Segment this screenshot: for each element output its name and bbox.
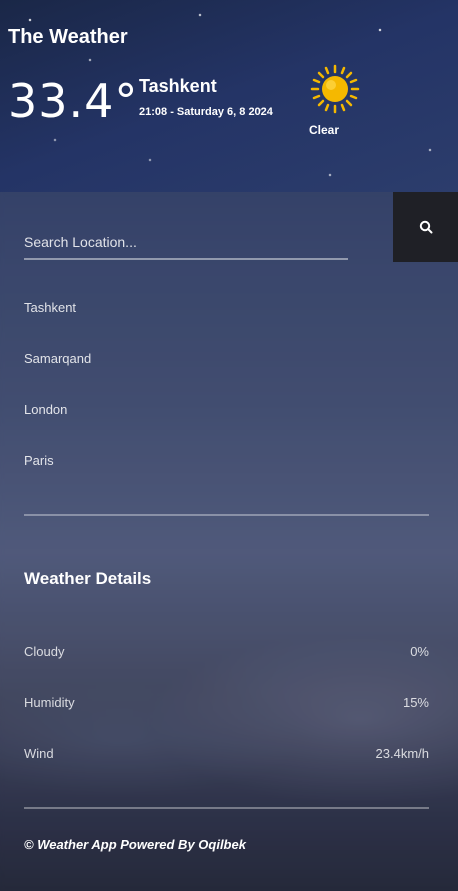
detail-label: Wind (24, 746, 54, 761)
search-button[interactable] (393, 192, 458, 262)
weather-details-title: Weather Details (24, 569, 152, 588)
detail-label: Cloudy (24, 644, 65, 659)
search-icon (419, 220, 432, 234)
sun-icon (304, 64, 366, 114)
side-panel (0, 192, 458, 891)
detail-value: 15% (402, 695, 429, 710)
detail-label: Humidity (24, 695, 75, 710)
app-title: The Weather (8, 26, 128, 48)
date-time: 21:08 - Saturday 6, 8 2024 (139, 106, 273, 118)
weather-condition: Clear (309, 123, 340, 137)
divider (24, 514, 429, 516)
location-item-samarqand[interactable]: Samarqand (24, 351, 91, 366)
detail-row-wind: Wind 23.4km/h (24, 746, 429, 761)
location-item-tashkent[interactable]: Tashkent (24, 300, 76, 315)
detail-value: 23.4km/h (375, 746, 429, 761)
current-temperature: 33.4° (8, 74, 139, 128)
detail-row-cloudy: Cloudy 0% (24, 644, 429, 659)
location-item-london[interactable]: London (24, 402, 67, 417)
search-input[interactable] (24, 226, 348, 260)
footer-credit: © Weather App Powered By Oqilbek (24, 837, 246, 852)
location-item-paris[interactable]: Paris (24, 453, 54, 468)
detail-row-humidity: Humidity 15% (24, 695, 429, 710)
city-name: Tashkent (139, 76, 217, 96)
divider (24, 807, 429, 809)
detail-value: 0% (410, 644, 429, 659)
